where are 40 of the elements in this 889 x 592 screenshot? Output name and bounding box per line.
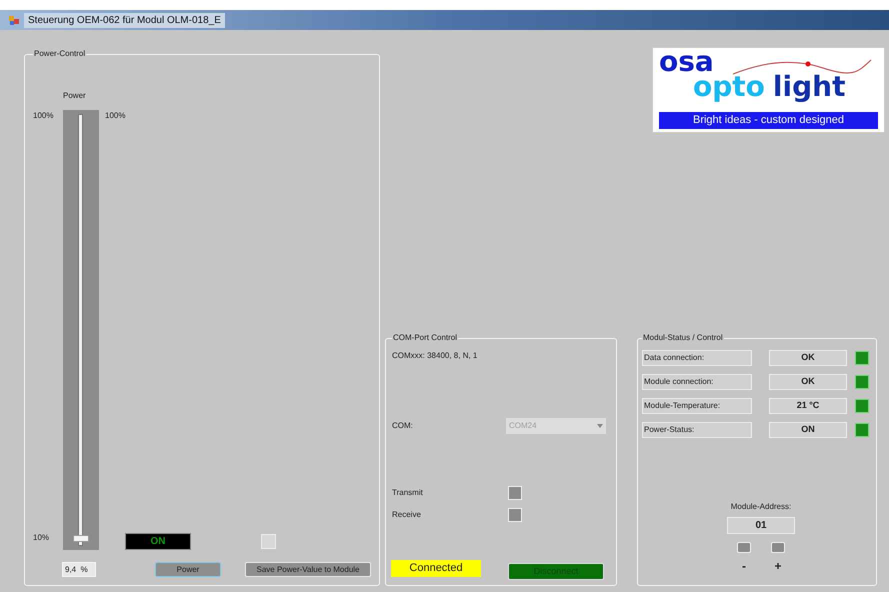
power-button[interactable]: Power: [155, 562, 221, 577]
connection-status: Connected: [391, 560, 481, 577]
scale-label: 100%: [105, 110, 126, 122]
window-title: Steuerung OEM-062 für Modul OLM-018_E: [24, 12, 225, 28]
plus-sign: +: [774, 558, 782, 575]
status-value: ON: [769, 422, 847, 438]
status-label: Module-Temperature:: [642, 398, 752, 414]
logo-text: osa: [659, 50, 714, 74]
logo-tagline: Bright ideas - custom designed: [659, 112, 878, 129]
status-value: 21 °C: [769, 398, 847, 414]
group-title: Power-Control: [33, 48, 86, 60]
group-title: Modul-Status / Control: [642, 332, 724, 344]
scale-label: 10%: [33, 532, 50, 544]
status-label: Power-Status:: [642, 422, 752, 438]
decrement-button[interactable]: [737, 542, 751, 553]
status-label: Data connection:: [642, 350, 752, 366]
app-icon: [8, 14, 20, 26]
group-title: COM-Port Control: [392, 332, 458, 344]
dropdown-arrow-icon: [597, 424, 603, 428]
minus-sign: -: [741, 558, 747, 575]
save-button[interactable]: Save Power-Value to Module: [245, 562, 371, 577]
status-label: Module connection:: [642, 374, 752, 390]
increment-button[interactable]: [771, 542, 785, 553]
address-label: Module-Address:: [730, 501, 792, 513]
power-slider[interactable]: [63, 110, 99, 550]
indicator-label: Transmit: [392, 487, 424, 499]
power-value-field[interactable]: 9,4 %: [62, 562, 96, 577]
com-label: COM:: [392, 420, 414, 432]
status-display: ON: [125, 533, 191, 550]
slider-thumb[interactable]: [73, 535, 89, 542]
slider-title: Power: [63, 90, 86, 102]
status-value: OK: [769, 374, 847, 390]
checkbox[interactable]: [261, 534, 276, 549]
indicator-label: Receive: [392, 509, 422, 521]
logo-text: opto: [693, 74, 765, 100]
scale-label: 100%: [33, 110, 54, 122]
status-value: OK: [769, 350, 847, 366]
logo-text: light: [772, 74, 846, 100]
address-field: 01: [727, 517, 795, 534]
port-settings: COMxxx: 38400, 8, N, 1: [392, 350, 478, 362]
